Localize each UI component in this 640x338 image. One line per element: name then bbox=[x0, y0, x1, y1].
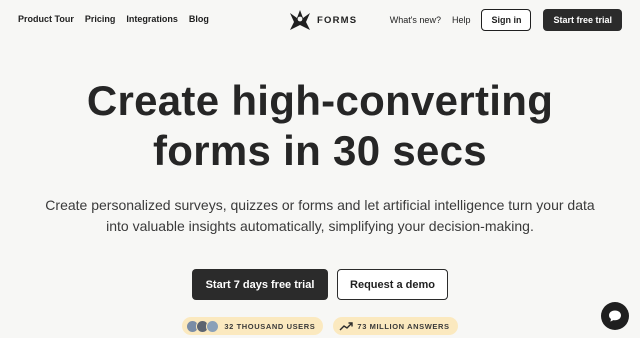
hero-title-line-1: Create high-converting bbox=[86, 77, 554, 124]
logo-text: FORMS bbox=[317, 14, 358, 26]
users-badge: 32 THOUSAND USERS bbox=[182, 317, 324, 335]
nav-right: What's new? Help Sign in Start free tria… bbox=[390, 9, 622, 31]
hero-subtitle-line-1: Create personalized surveys, quizzes or … bbox=[45, 197, 595, 213]
cta-row: Start 7 days free trial Request a demo bbox=[0, 269, 640, 300]
logo-mark-icon bbox=[290, 10, 310, 30]
nav-help[interactable]: Help bbox=[452, 15, 471, 25]
answers-count-label: 73 MILLION ANSWERS bbox=[357, 321, 450, 331]
chat-bubble-icon bbox=[609, 310, 621, 322]
answers-badge: 73 MILLION ANSWERS bbox=[333, 317, 458, 335]
nav-pricing[interactable]: Pricing bbox=[85, 14, 116, 24]
signin-button[interactable]: Sign in bbox=[481, 9, 532, 31]
hero-title: Create high-converting forms in 30 secs bbox=[0, 76, 640, 176]
chat-widget-button[interactable] bbox=[601, 302, 629, 330]
nav-blog[interactable]: Blog bbox=[189, 14, 209, 24]
hero-subtitle-line-2: into valuable insights automatically, si… bbox=[106, 218, 534, 234]
users-count-label: 32 THOUSAND USERS bbox=[224, 321, 316, 331]
hero-title-line-2: forms in 30 secs bbox=[153, 127, 487, 174]
brand-logo[interactable]: FORMS bbox=[289, 9, 357, 31]
start-free-trial-button[interactable]: Start free trial bbox=[543, 9, 622, 31]
request-demo-button[interactable]: Request a demo bbox=[337, 269, 448, 300]
start-7-day-trial-button[interactable]: Start 7 days free trial bbox=[192, 269, 328, 300]
stats-badges: 32 THOUSAND USERS 73 MILLION ANSWERS bbox=[0, 317, 640, 335]
trend-up-icon bbox=[339, 322, 354, 331]
user-avatars bbox=[186, 319, 220, 333]
nav-left-links: Product Tour Pricing Integrations Blog bbox=[18, 14, 209, 24]
top-nav: Product Tour Pricing Integrations Blog F… bbox=[0, 0, 640, 40]
nav-whats-new[interactable]: What's new? bbox=[390, 15, 441, 25]
avatar bbox=[206, 319, 220, 333]
nav-product-tour[interactable]: Product Tour bbox=[18, 14, 74, 24]
hero-subtitle: Create personalized surveys, quizzes or … bbox=[40, 195, 600, 237]
nav-integrations[interactable]: Integrations bbox=[126, 14, 178, 24]
